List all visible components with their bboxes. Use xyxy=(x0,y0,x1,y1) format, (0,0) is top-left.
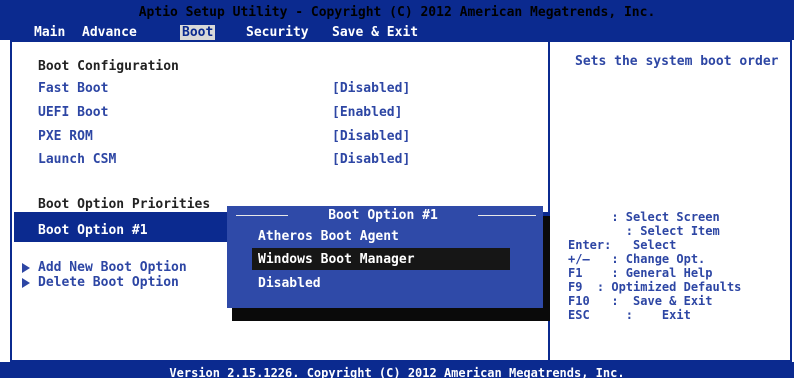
help-description: Sets the system boot order xyxy=(575,54,779,69)
key-help-line: Enter: Select xyxy=(568,238,677,252)
pxe-rom-value[interactable]: [Disabled] xyxy=(332,129,410,145)
popup-option-windows-boot-manager[interactable]: Windows Boot Manager xyxy=(258,252,415,267)
popup-title: Boot Option #1 xyxy=(328,208,438,223)
tab-save-exit[interactable]: Save & Exit xyxy=(330,25,420,40)
launch-csm-value[interactable]: [Disabled] xyxy=(332,152,410,168)
key-help-line: F9 : Optimized Defaults xyxy=(568,280,742,294)
key-help-line: : Select Screen xyxy=(568,210,720,224)
utility-title: Aptio Setup Utility - Copyright (C) 2012… xyxy=(138,5,656,20)
key-help-line: ESC : Exit xyxy=(568,308,691,322)
fast-boot-label[interactable]: Fast Boot xyxy=(38,81,108,97)
popup-option-atheros[interactable]: Atheros Boot Agent xyxy=(258,229,399,244)
add-new-boot-option-item[interactable]: Add New Boot Option xyxy=(38,260,187,276)
tab-main[interactable]: Main xyxy=(32,25,67,40)
tab-security[interactable]: Security xyxy=(244,25,311,40)
boot-option-1-item[interactable]: Boot Option #1 xyxy=(38,223,148,239)
footer-version: Version 2.15.1226. Copyright (C) 2012 Am… xyxy=(0,362,794,378)
pxe-rom-label[interactable]: PXE ROM xyxy=(38,129,93,145)
key-help-line: F10 : Save & Exit xyxy=(568,294,713,308)
submenu-arrow-icon xyxy=(22,278,30,288)
popup-frame-line xyxy=(478,215,536,216)
key-help-line: : Select Item xyxy=(568,224,720,238)
tab-boot[interactable]: Boot xyxy=(180,25,216,40)
fast-boot-value[interactable]: [Disabled] xyxy=(332,81,410,97)
submenu-arrow-icon xyxy=(22,263,30,273)
boot-configuration-heading: Boot Configuration xyxy=(38,59,179,74)
delete-boot-option-item[interactable]: Delete Boot Option xyxy=(38,275,179,291)
uefi-boot-label[interactable]: UEFI Boot xyxy=(38,105,108,121)
popup-option-disabled[interactable]: Disabled xyxy=(258,276,321,291)
launch-csm-label[interactable]: Launch CSM xyxy=(38,152,116,168)
popup-frame-line xyxy=(236,215,288,216)
tab-advance[interactable]: Advance xyxy=(80,25,139,40)
key-help-line: F1 : General Help xyxy=(568,266,713,280)
boot-option-priorities-heading: Boot Option Priorities xyxy=(38,197,211,212)
key-help-line: +/— : Change Opt. xyxy=(568,252,706,266)
uefi-boot-value[interactable]: [Enabled] xyxy=(332,105,402,121)
